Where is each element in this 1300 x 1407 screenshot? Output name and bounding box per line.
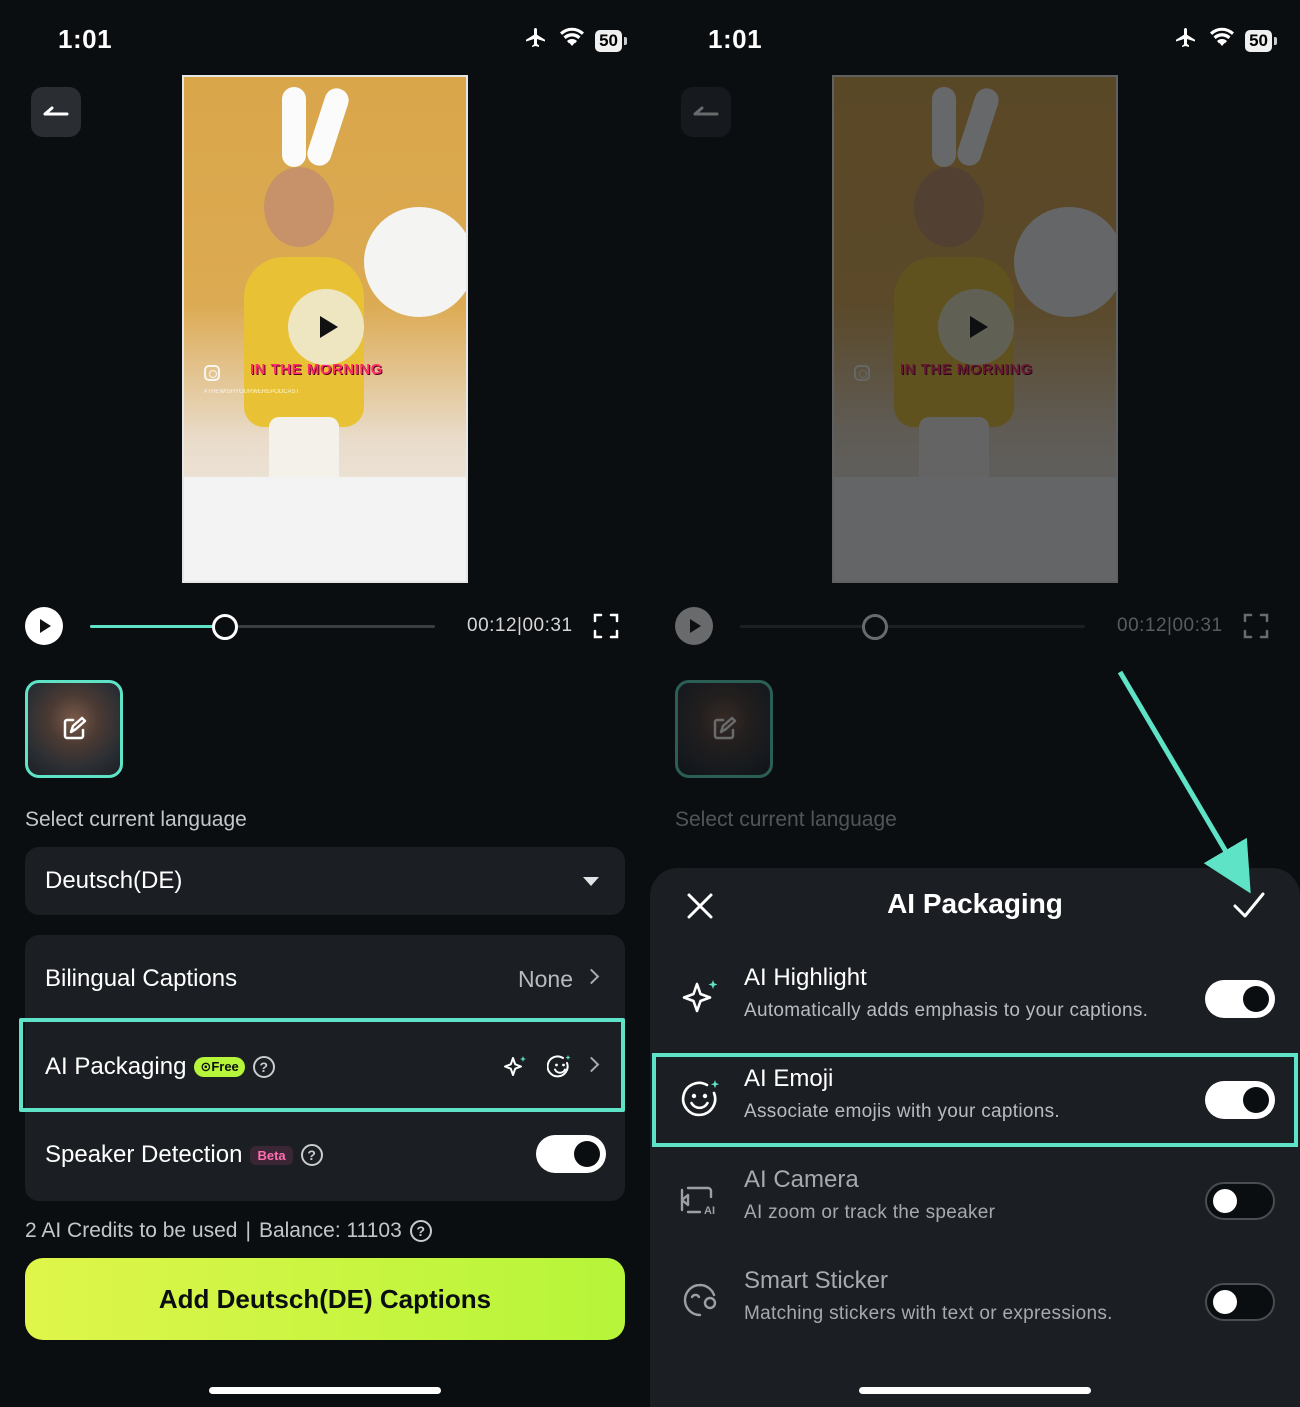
speaker-detection-row: Speaker Detection Beta ? xyxy=(25,1111,625,1199)
svg-text:AI: AI xyxy=(704,1205,715,1217)
language-dropdown[interactable]: Deutsch(DE) xyxy=(25,847,625,915)
ai-camera-row: AI AI Camera AI zoom or track the speake… xyxy=(650,1152,1300,1252)
item-name: Smart Sticker xyxy=(744,1267,889,1294)
video-balloon xyxy=(364,207,466,317)
smart-sticker-toggle[interactable] xyxy=(1205,1283,1275,1321)
speaker-detection-toggle[interactable] xyxy=(536,1135,606,1173)
video-handle: #THEWISHYOURWEREPODCAST xyxy=(204,389,300,395)
play-icon xyxy=(319,316,338,338)
status-time: 1:01 xyxy=(58,24,113,54)
language-label: Select current language xyxy=(25,808,247,831)
language-value: Deutsch(DE) xyxy=(45,867,183,894)
item-name: AI Camera xyxy=(744,1166,859,1193)
toggle-knob xyxy=(574,1141,600,1167)
video-bed xyxy=(184,477,466,581)
seek-bar-handle[interactable] xyxy=(212,614,238,640)
player-controls: 00:12|00:31 xyxy=(25,607,625,645)
item-description: Matching stickers with text or expressio… xyxy=(744,1303,1113,1324)
speaker-detection-title: Speaker Detection Beta ? xyxy=(45,1141,323,1169)
chevron-down-icon xyxy=(583,877,599,886)
play-button[interactable] xyxy=(25,607,63,645)
playback-time: 00:12|00:31 xyxy=(467,615,573,636)
item-description: Automatically adds emphasis to your capt… xyxy=(744,1000,1149,1021)
ai-camera-toggle[interactable] xyxy=(1205,1182,1275,1220)
speaker-detection-label: Speaker Detection xyxy=(45,1141,243,1168)
back-arrow-icon xyxy=(43,106,69,116)
wifi-icon xyxy=(559,27,585,54)
edit-icon xyxy=(63,716,87,740)
toggle-knob xyxy=(1213,1189,1237,1213)
bilingual-captions-row[interactable]: Bilingual Captions None xyxy=(25,935,625,1023)
instagram-icon xyxy=(204,365,220,381)
chevron-right-icon xyxy=(583,968,600,985)
help-icon[interactable]: ? xyxy=(409,1220,432,1242)
status-icons: 50 xyxy=(523,26,627,55)
fullscreen-icon[interactable] xyxy=(593,613,619,639)
ai-emoji-highlight xyxy=(652,1053,1298,1147)
ai-highlight-row: AI Highlight Automatically adds emphasis… xyxy=(650,950,1300,1050)
toggle-knob xyxy=(1213,1290,1237,1314)
airplane-icon xyxy=(523,26,549,55)
video-preview[interactable]: IN THE MORNING #THEWISHYOURWEREPODCAST xyxy=(182,75,468,583)
back-button[interactable] xyxy=(31,87,81,137)
credits-info: 2 AI Credits to be used | Balance: 11103… xyxy=(25,1219,432,1243)
ai-highlight-toggle[interactable] xyxy=(1205,980,1275,1018)
balance-text: Balance: 11103 xyxy=(258,1219,402,1242)
help-icon[interactable]: ? xyxy=(300,1144,323,1166)
battery-indicator: 50 xyxy=(595,29,627,52)
home-indicator xyxy=(209,1387,441,1394)
home-indicator xyxy=(859,1387,1091,1394)
bilingual-captions-label: Bilingual Captions xyxy=(45,965,238,992)
play-icon xyxy=(40,619,51,633)
toggle-knob xyxy=(1243,986,1269,1012)
smart-sticker-row: Smart Sticker Matching stickers with tex… xyxy=(650,1253,1300,1353)
add-captions-button[interactable]: Add Deutsch(DE) Captions xyxy=(25,1258,625,1340)
sticker-icon xyxy=(683,1283,717,1317)
captions-screen: 1:01 50 IN THE MORNING #THEWISHYOURWEREP… xyxy=(0,0,650,1407)
video-play-button[interactable] xyxy=(288,289,364,365)
item-description: AI zoom or track the speaker xyxy=(744,1202,996,1223)
annotation-arrow-icon xyxy=(1117,670,1251,894)
camera-ai-icon: AI xyxy=(680,1186,715,1217)
seek-bar[interactable] xyxy=(90,614,435,640)
video-girl-head xyxy=(264,167,334,247)
bilingual-captions-value: None xyxy=(518,966,573,992)
ai-packaging-screen: 1:01 50 IN THE MORNING 00:12|00:31 Selec… xyxy=(650,0,1300,1407)
item-name: AI Highlight xyxy=(744,964,867,991)
ai-packaging-highlight xyxy=(19,1018,625,1112)
video-bunny-ear xyxy=(282,87,306,167)
credits-separator: | xyxy=(245,1219,251,1242)
credits-text: 2 AI Credits to be used xyxy=(25,1219,238,1242)
sparkle-icon xyxy=(682,980,718,1013)
seek-bar-fill xyxy=(90,625,225,628)
ai-packaging-sheet: AI Packaging AI Highlight Automatically … xyxy=(650,868,1300,1407)
beta-badge: Beta xyxy=(250,1145,293,1165)
video-bunny-ear xyxy=(304,85,352,169)
speaker-thumbnail[interactable] xyxy=(25,680,123,778)
